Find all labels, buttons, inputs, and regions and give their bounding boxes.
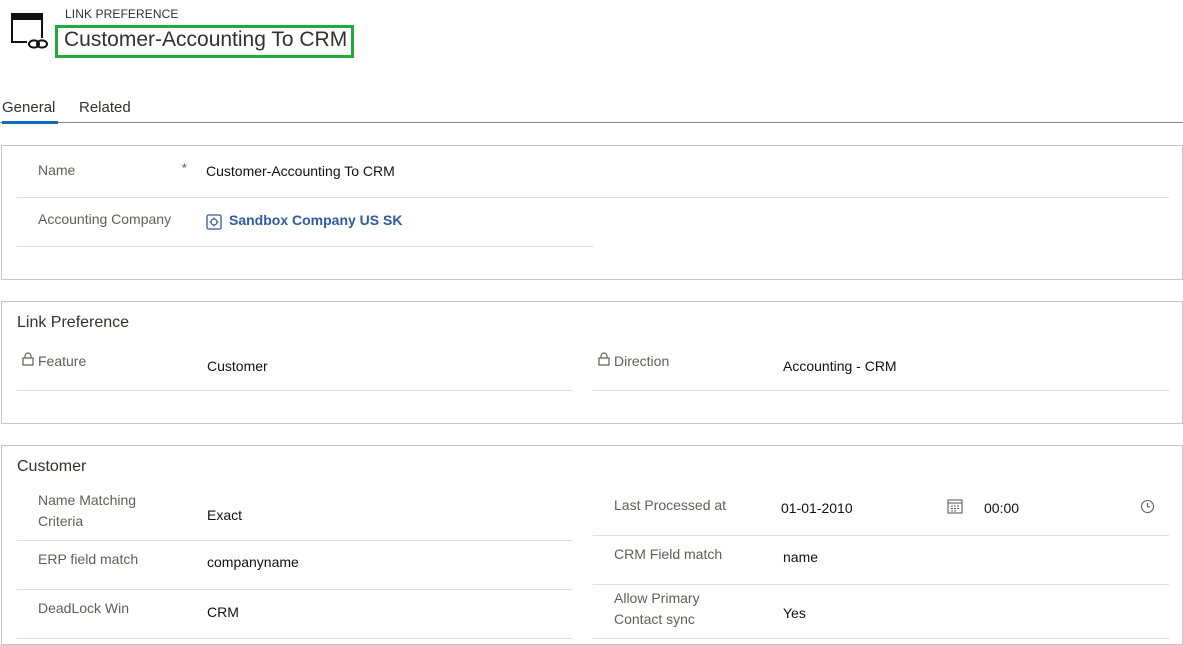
clock-icon[interactable] xyxy=(1140,499,1155,514)
customer-card: Customer Name Matching Criteria Exact ER… xyxy=(1,445,1183,645)
name-field[interactable]: Customer-Accounting To CRM xyxy=(206,163,395,179)
field-divider xyxy=(593,390,1169,391)
entity-type-label: LINK PREFERENCE xyxy=(65,7,179,21)
last-processed-date-field[interactable]: 01-01-2010 xyxy=(781,500,853,516)
accounting-company-link[interactable]: Sandbox Company US SK xyxy=(229,212,402,228)
direction-label: Direction xyxy=(614,353,670,369)
label-line: Name Matching xyxy=(38,492,137,508)
active-tab-indicator xyxy=(2,121,58,124)
section-title: Link Preference xyxy=(17,314,130,331)
tab-divider xyxy=(0,122,1183,123)
label-line: Criteria xyxy=(38,513,84,529)
field-divider xyxy=(17,638,572,639)
erp-field-match-label: ERP field match xyxy=(38,551,139,567)
feature-label: Feature xyxy=(38,353,87,369)
general-card: Name * Customer-Accounting To CRM Accoun… xyxy=(1,145,1183,280)
link-preference-card: Link Preference Feature Customer Directi… xyxy=(1,301,1183,424)
last-processed-time-field[interactable]: 00:00 xyxy=(984,500,1019,516)
name-matching-field[interactable]: Exact xyxy=(207,507,242,523)
erp-field-match-field[interactable]: companyname xyxy=(207,554,299,570)
tab-related[interactable]: Related xyxy=(79,99,131,116)
link-preference-entity-icon xyxy=(10,12,48,50)
crm-field-match-field[interactable]: name xyxy=(783,549,818,565)
field-divider xyxy=(17,197,1169,198)
record-title: Customer-Accounting To CRM xyxy=(64,28,348,51)
feature-field: Customer xyxy=(207,358,268,374)
tab-bar: General Related xyxy=(0,95,1183,125)
field-divider xyxy=(17,246,593,247)
name-label: Name xyxy=(38,162,76,178)
last-processed-label: Last Processed at xyxy=(614,497,727,513)
deadlock-win-label: DeadLock Win xyxy=(38,600,130,616)
field-divider xyxy=(17,540,572,541)
label-line: Allow Primary xyxy=(614,590,700,606)
lock-icon xyxy=(598,352,610,366)
field-divider xyxy=(593,638,1169,639)
field-divider xyxy=(17,390,572,391)
required-marker: * xyxy=(182,161,187,175)
section-title: Customer xyxy=(17,458,87,475)
deadlock-win-field[interactable]: CRM xyxy=(207,604,239,620)
company-record-icon xyxy=(206,214,222,230)
allow-primary-contact-sync-field[interactable]: Yes xyxy=(783,605,806,621)
field-divider xyxy=(593,535,1169,536)
calendar-icon[interactable] xyxy=(947,498,963,514)
field-divider xyxy=(17,589,572,590)
field-divider xyxy=(593,584,1169,585)
accounting-company-label: Accounting Company xyxy=(38,211,172,227)
allow-primary-contact-sync-label: Allow Primary Contact sync xyxy=(614,588,700,630)
name-matching-label: Name Matching Criteria xyxy=(38,490,136,532)
crm-field-match-label: CRM Field match xyxy=(614,546,723,562)
lock-icon xyxy=(22,352,34,366)
label-line: Contact sync xyxy=(614,611,695,627)
tab-general[interactable]: General xyxy=(2,99,55,116)
direction-field: Accounting - CRM xyxy=(783,358,897,374)
